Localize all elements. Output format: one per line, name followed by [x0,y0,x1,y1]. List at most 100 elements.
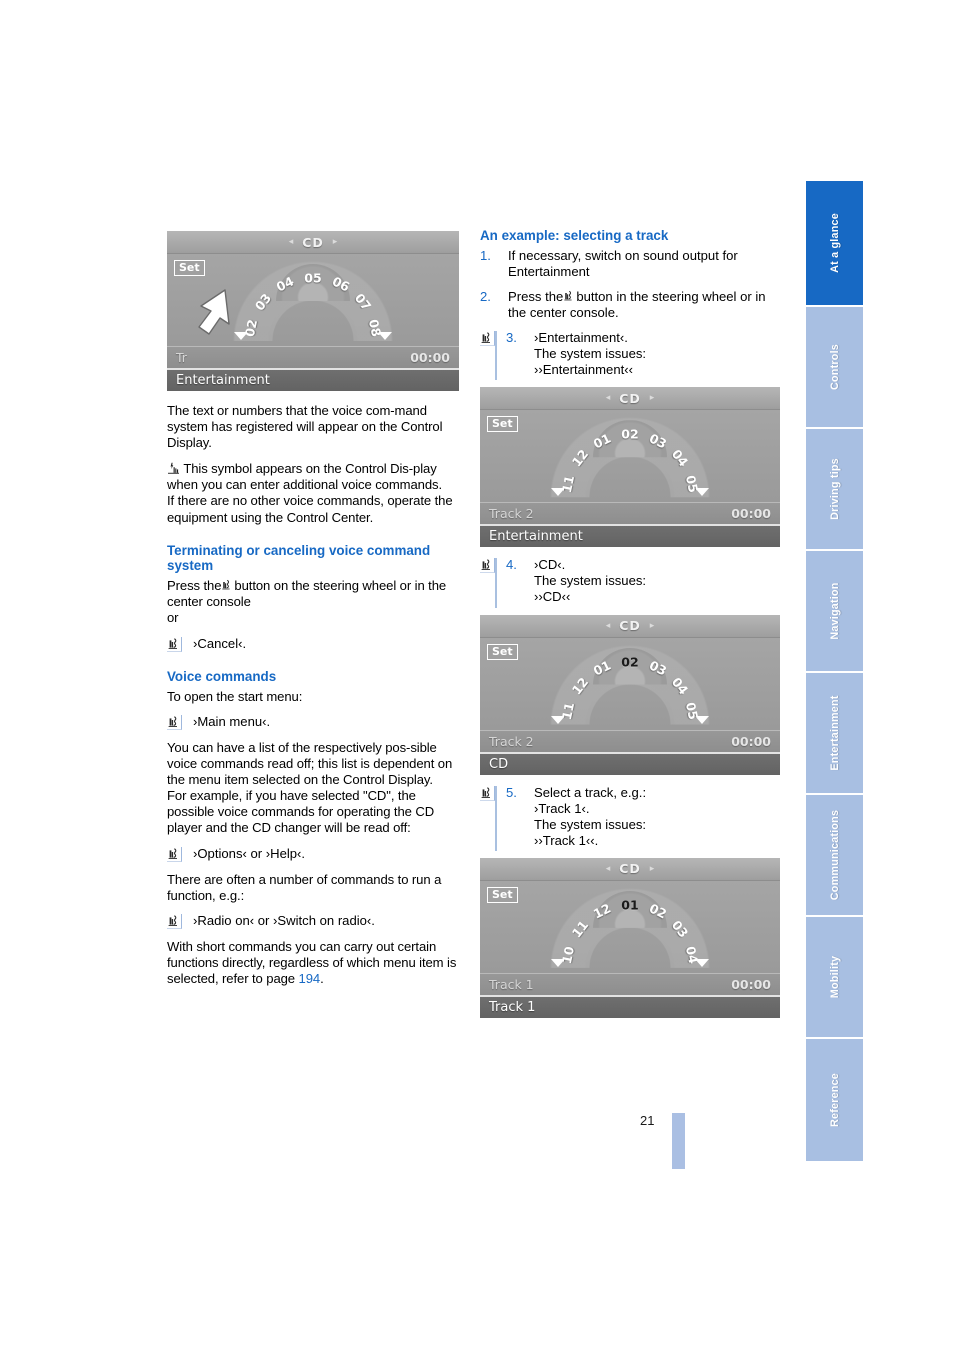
voice-command-gutter [480,785,500,851]
heading-terminating-voice-command: Terminating or canceling voice command s… [167,542,431,574]
thumb-tab-mobility[interactable]: Mobility [806,917,863,1039]
cd-display-topbar: ◂ CD ▸ [480,614,780,638]
source-label: CD [489,756,509,772]
track-dial[interactable]: 11 12 01 02 03 04 05 [550,417,710,498]
pointer-arrow-icon [198,289,230,335]
voice-command-gutter [480,330,500,381]
dial-tick-label: 08 [365,317,384,338]
step-number: 1. [480,247,491,263]
source-label: Entertainment [489,529,583,545]
thumb-tab-label: Navigation [828,582,841,640]
cd-display-body: Set 11 12 01 02 03 04 05 [480,410,780,503]
cd-display-body: Set 02 03 04 05 06 07 08 [167,254,459,346]
voice-command-rule [495,330,497,381]
cd-display-trackbar: Track 1 00:00 [480,972,780,995]
thumb-tab-label: Controls [828,344,841,390]
chapter-thumb-index: At a glance Controls Driving tips Navigatio… [806,181,863,1163]
cd-display-trackbar: Track 2 00:00 [480,729,780,752]
track-time: 00:00 [410,350,450,365]
track-time: 00:00 [731,976,771,992]
page-reference-link[interactable]: 194 [299,971,321,986]
paragraph-multiple-commands: There are often a number of commands to … [167,871,442,903]
thumb-tab-at-a-glance[interactable]: At a glance [806,181,863,307]
voice-command-options-help: ›Options‹ or ›Help‹. [167,846,459,862]
dial-tick-label: 02 [621,426,639,442]
step-text: If necessary, switch on sound output for… [508,247,738,279]
cd-display-bottombar: Track 1 [480,994,780,1018]
step-line-2: ›Track 1‹. [534,800,590,816]
cd-display-figure-1: ◂ CD ▸ Set 02030405060708 Tr 00:00 [167,231,459,391]
prev-arrow-icon: ◂ [288,237,294,247]
voice-button-icon [221,579,234,592]
step-number: 4. [506,557,517,573]
voice-command-icon [167,637,182,653]
step-3: 3. ›Entertainment‹. The system issues: ›… [480,329,772,381]
step-text-prefix: Press the [508,288,564,304]
voice-command-gutter [167,637,187,653]
set-button[interactable]: Set [487,886,518,903]
cd-display-figure-2: ◂ CD ▸ Set 11 12 01 02 03 04 05 Track 2 00:00 … [480,387,780,548]
cd-display-trackbar: Tr 00:00 [167,346,459,368]
prev-arrow-icon: ◂ [605,620,611,631]
dial-tick-label: 05 [682,701,701,722]
voice-command-options-help-text: ›Options‹ or ›Help‹. [193,845,306,861]
voice-command-gutter [167,714,187,730]
paragraph-registered-text: The text or numbers that the voice com-m… [167,403,443,451]
step-line-3: ››Entertainment‹‹ [534,362,633,378]
next-arrow-icon: ▸ [649,393,655,404]
step-number: 2. [480,288,491,304]
step-line-4: ››Track 1‹‹. [534,832,599,848]
track-dial[interactable]: 02 03 04 05 06 07 08 [233,261,393,341]
dial-tick-label: 05 [682,474,701,495]
voice-command-main-menu: ›Main menu‹. [167,714,459,730]
voice-command-radio-on: ›Radio on‹ or ›Switch on radio‹. [167,913,459,929]
cd-display-bottombar: Entertainment [480,524,780,548]
thumb-tab-navigation[interactable]: Navigation [806,551,863,673]
left-column: ◂ CD ▸ Set 02030405060708 Tr 00:00 [167,231,459,997]
voice-command-gutter [480,557,500,608]
thumb-tab-controls[interactable]: Controls [806,307,863,429]
voice-command-main-menu-text: ›Main menu‹. [193,713,271,729]
set-button[interactable]: Set [174,260,205,276]
thumb-tab-communications[interactable]: Communications [806,795,863,917]
paragraph-symbol-text: This symbol appears on the Control Dis-p… [167,461,442,493]
step-5: 5. Select a track, e.g.: ›Track 1‹. The … [480,785,772,851]
set-button[interactable]: Set [487,416,518,433]
thumb-tab-label: Driving tips [828,458,841,520]
cd-display-title: CD [619,861,641,877]
step-line-2: The system issues: [534,573,647,589]
voice-command-icon [167,913,182,929]
voice-command-icon [480,558,495,574]
track-dial[interactable]: 10 11 12 01 02 03 04 [550,887,710,968]
thumb-tab-reference[interactable]: Reference [806,1039,863,1163]
voice-command-radio-on-text: ›Radio on‹ or ›Switch on radio‹. [193,912,375,928]
track-label: Track 2 [489,506,534,522]
paragraph-list-of-commands: You can have a list of the respectively … [167,740,453,788]
cd-display-bottombar: Entertainment [167,368,459,391]
thumb-tab-label: Reference [828,1072,841,1128]
voice-command-rule [495,785,497,851]
cd-display-body: Set 10 11 12 01 02 03 04 [480,880,780,973]
steps-list-2: 4. ›CD‹. The system issues: ››CD‹‹ [480,557,772,608]
prev-arrow-icon: ◂ [605,863,611,874]
thumb-tab-driving-tips[interactable]: Driving tips [806,429,863,551]
cd-display-body: Set 11 12 01 02 03 04 05 [480,637,780,730]
set-button[interactable]: Set [487,643,518,660]
voice-command-cancel: ›Cancel‹. [167,636,459,653]
paragraph-symbol-meaning: This symbol appears on the Control Dis-p… [167,461,459,493]
voice-command-gutter [167,913,187,929]
source-label: Track 1 [489,999,536,1015]
track-dial[interactable]: 11 12 01 02 03 04 05 [550,644,710,725]
thumb-tab-entertainment[interactable]: Entertainment [806,673,863,795]
dial-tick-label: 02 [621,654,639,670]
cd-display-topbar: ◂ CD ▸ [480,387,780,411]
track-label: Tr [176,350,187,365]
page-number-bar [672,1113,685,1169]
cd-display-title: CD [302,234,324,250]
dial-tick-label: 04 [682,944,701,965]
voice-command-icon [480,330,495,346]
track-time: 00:00 [731,506,771,522]
thumb-tab-label: Communications [828,809,841,901]
track-label: Track 1 [489,976,534,992]
step-number: 3. [506,329,517,345]
